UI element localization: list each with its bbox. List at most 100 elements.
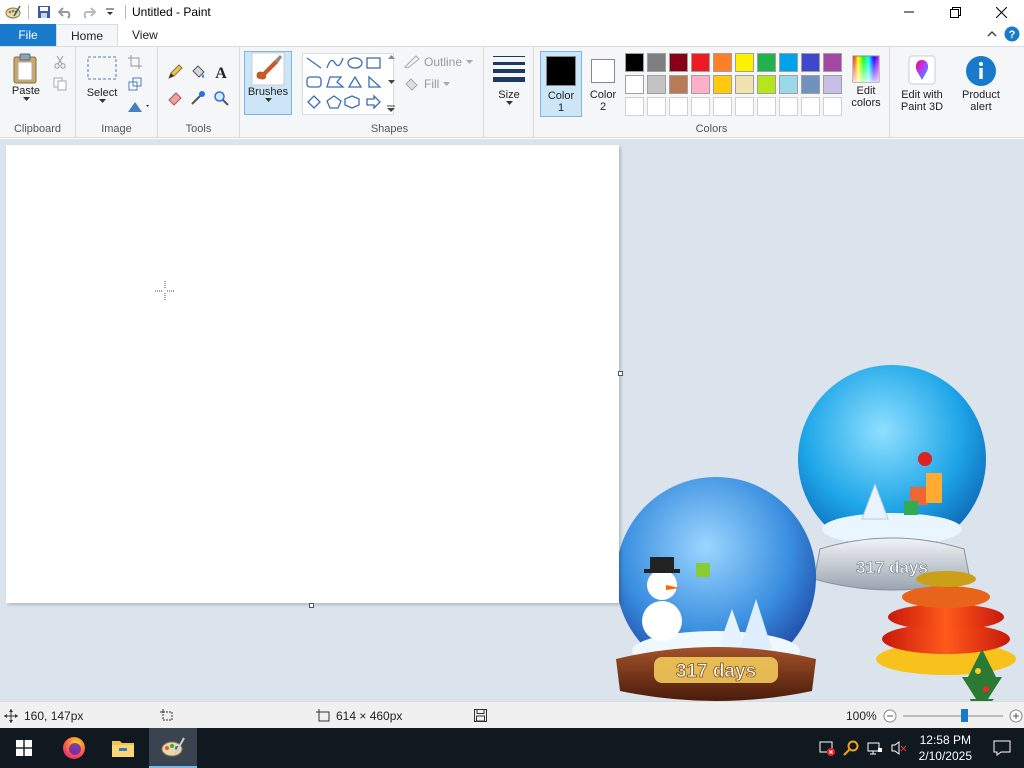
custom-color-slot[interactable] [779, 97, 798, 116]
minimize-button[interactable] [886, 0, 932, 24]
drawing-canvas[interactable] [6, 145, 619, 603]
color1-button[interactable]: Color 1 [540, 51, 582, 117]
taskbar-file-explorer[interactable] [99, 728, 147, 768]
paste-button[interactable]: Paste [6, 53, 46, 102]
right-triangle-shape-icon[interactable] [368, 75, 382, 88]
rounded-rectangle-shape-icon[interactable] [306, 76, 322, 88]
custom-color-slot[interactable] [625, 97, 644, 116]
color-swatch[interactable] [823, 53, 842, 72]
color-swatch[interactable] [669, 53, 688, 72]
product-alert-button[interactable]: Product alert [956, 55, 1006, 113]
select-button[interactable]: Select [82, 55, 122, 104]
polygon-shape-icon[interactable] [326, 76, 345, 88]
custom-color-slot[interactable] [691, 97, 710, 116]
maximize-button[interactable] [932, 0, 978, 24]
expand-gallery-icon[interactable] [387, 105, 395, 113]
resize-handle-bottom[interactable] [309, 603, 314, 608]
scroll-up-icon[interactable] [387, 55, 395, 60]
color-picker-icon[interactable] [189, 89, 207, 107]
color-swatch[interactable] [625, 53, 644, 72]
color-swatch[interactable] [713, 75, 732, 94]
color-swatch[interactable] [757, 75, 776, 94]
curve-shape-icon[interactable] [326, 57, 344, 69]
redo-icon[interactable] [77, 1, 99, 23]
taskbar-paint[interactable] [149, 728, 197, 768]
custom-color-slot[interactable] [801, 97, 820, 116]
network-icon[interactable] [867, 740, 883, 756]
hexagon-shape-icon[interactable] [344, 95, 360, 109]
edit-colors-button[interactable]: Edit colors [844, 55, 888, 109]
color-swatch[interactable] [691, 75, 710, 94]
close-button[interactable] [978, 0, 1024, 24]
save-icon[interactable] [33, 1, 55, 23]
taskbar-clock[interactable]: 12:58 PM 2/10/2025 [911, 732, 980, 764]
color-swatch[interactable] [779, 75, 798, 94]
fill-button[interactable]: Fill [404, 77, 451, 91]
tab-home[interactable]: Home [56, 24, 119, 46]
minimize-ribbon-icon[interactable] [986, 28, 998, 40]
search-key-icon[interactable] [842, 740, 859, 756]
scroll-down-icon[interactable] [387, 80, 395, 85]
line-shape-icon[interactable] [306, 57, 322, 69]
pencil-icon[interactable] [166, 63, 184, 81]
color-swatch[interactable] [801, 53, 820, 72]
zoom-slider-thumb[interactable] [960, 708, 968, 722]
tab-view[interactable]: View [118, 24, 172, 46]
copy-icon[interactable] [51, 75, 69, 93]
triangle-shape-icon[interactable] [347, 75, 363, 88]
rotate-icon[interactable] [126, 97, 152, 115]
color2-button[interactable]: Color 2 [584, 51, 622, 117]
color-swatch[interactable] [779, 53, 798, 72]
color-swatch[interactable] [691, 53, 710, 72]
fill-bucket-icon[interactable] [189, 63, 207, 81]
resize-handle-right[interactable] [618, 371, 623, 376]
volume-muted-icon[interactable] [891, 740, 907, 756]
shapes-scroll[interactable] [386, 55, 396, 113]
folder-icon [112, 741, 134, 757]
paint-app-icon[interactable] [2, 1, 24, 23]
color-swatch[interactable] [801, 75, 820, 94]
color-swatch[interactable] [647, 53, 666, 72]
customize-quick-access-icon[interactable] [99, 1, 121, 23]
file-menu-button[interactable]: File [0, 24, 56, 46]
security-alert-icon[interactable] [819, 740, 835, 756]
crop-icon[interactable] [126, 53, 144, 71]
taskbar-firefox[interactable] [50, 728, 98, 768]
start-button[interactable] [0, 728, 48, 768]
size-button[interactable]: Size [488, 55, 530, 106]
custom-color-slot[interactable] [735, 97, 754, 116]
zoom-slider[interactable] [902, 708, 1003, 723]
action-center-button[interactable] [980, 728, 1024, 768]
color-swatch[interactable] [823, 75, 842, 94]
oval-shape-icon[interactable] [347, 57, 363, 69]
rectangle-shape-icon[interactable] [366, 57, 381, 69]
color-swatch[interactable] [625, 75, 644, 94]
diamond-shape-icon[interactable] [307, 95, 321, 109]
custom-color-slot[interactable] [823, 97, 842, 116]
custom-color-slot[interactable] [669, 97, 688, 116]
outline-button[interactable]: Outline [404, 55, 474, 69]
color-swatch[interactable] [647, 75, 666, 94]
help-icon[interactable]: ? [1004, 26, 1020, 42]
eraser-icon[interactable] [166, 89, 184, 107]
cut-icon[interactable] [51, 53, 69, 71]
color-swatch[interactable] [713, 53, 732, 72]
pentagon-shape-icon[interactable] [326, 95, 342, 109]
text-tool-icon[interactable]: A [212, 63, 230, 81]
zoom-in-icon[interactable] [1009, 709, 1023, 723]
color-swatch[interactable] [735, 53, 754, 72]
arrow-shape-icon[interactable] [366, 94, 381, 110]
color-swatch[interactable] [757, 53, 776, 72]
magnifier-icon[interactable] [212, 89, 230, 107]
crosshair-cursor-icon [155, 281, 175, 301]
undo-icon[interactable] [55, 1, 77, 23]
resize-icon[interactable] [126, 75, 144, 93]
brushes-button[interactable]: Brushes [244, 51, 292, 115]
custom-color-slot[interactable] [713, 97, 732, 116]
zoom-out-icon[interactable] [883, 709, 897, 723]
custom-color-slot[interactable] [647, 97, 666, 116]
color-swatch[interactable] [735, 75, 754, 94]
custom-color-slot[interactable] [757, 97, 776, 116]
edit-with-paint3d-button[interactable]: Edit with Paint 3D [894, 55, 950, 113]
color-swatch[interactable] [669, 75, 688, 94]
